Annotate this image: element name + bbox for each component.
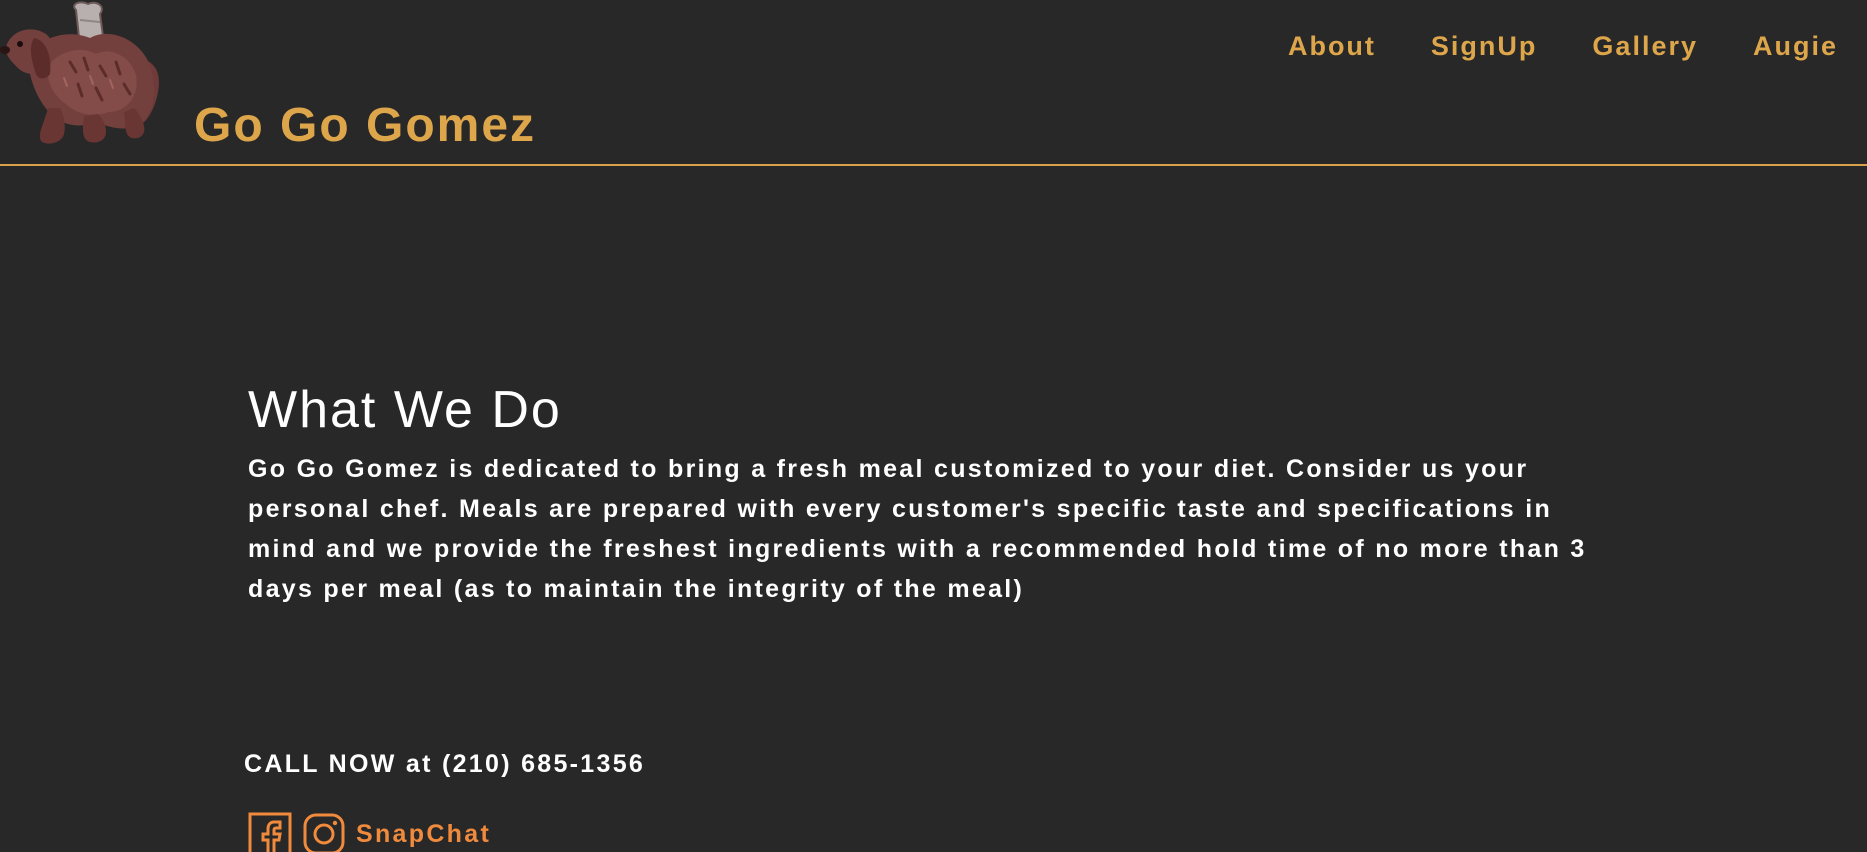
call-now-text: CALL NOW at (210) 685-1356: [244, 750, 646, 778]
main-nav: About SignUp Gallery Augie: [1288, 28, 1838, 64]
nav-link-signup[interactable]: SignUp: [1431, 28, 1538, 64]
what-we-do-section: What We Do Go Go Gomez is dedicated to b…: [248, 378, 1628, 609]
dog-chef-mascot-icon[interactable]: [0, 0, 166, 148]
facebook-link[interactable]: [248, 812, 292, 852]
page: Go Go Gomez About SignUp Gallery Augie W…: [0, 0, 1867, 852]
instagram-link[interactable]: [302, 812, 346, 852]
facebook-icon[interactable]: [248, 812, 292, 852]
nav-link-gallery[interactable]: Gallery: [1592, 28, 1698, 64]
snapchat-link[interactable]: SnapChat: [356, 818, 491, 850]
section-body: Go Go Gomez is dedicated to bring a fres…: [248, 455, 1587, 603]
section-heading: What We Do: [248, 381, 562, 439]
site-header: Go Go Gomez About SignUp Gallery Augie: [0, 0, 1867, 166]
social-links: SnapChat: [248, 812, 491, 852]
site-title[interactable]: Go Go Gomez: [194, 96, 536, 156]
nav-link-about[interactable]: About: [1288, 28, 1376, 64]
nav-link-augie[interactable]: Augie: [1753, 28, 1838, 64]
instagram-icon[interactable]: [302, 812, 346, 852]
